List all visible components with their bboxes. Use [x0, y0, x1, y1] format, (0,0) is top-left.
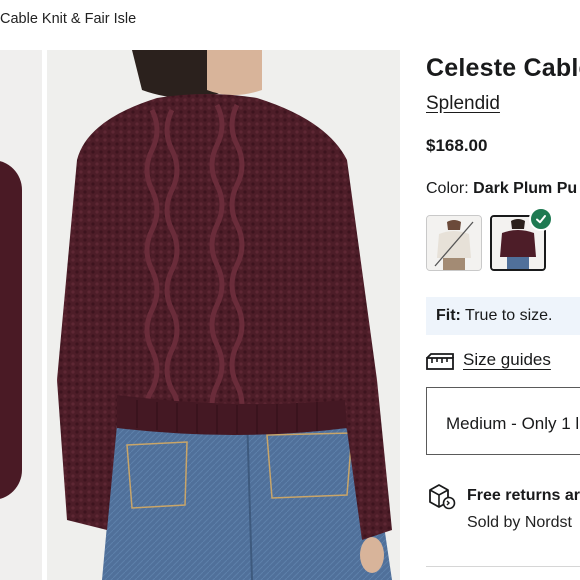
sold-by-text: Sold by Nordst [467, 514, 572, 531]
product-title: Celeste Cable [426, 54, 580, 82]
size-select[interactable]: Medium - Only 1 l [426, 387, 580, 455]
brand-link[interactable]: Splendid [426, 93, 500, 115]
price: $168.00 [426, 136, 488, 155]
fit-label: Fit: [436, 307, 461, 324]
free-returns-text: Free returns ar [467, 487, 580, 504]
color-value: Dark Plum Pu [473, 180, 578, 197]
divider [426, 566, 580, 567]
color-label: Color: Dark Plum Pu [426, 180, 577, 198]
main-product-image[interactable] [47, 50, 400, 580]
swatch-ivory[interactable] [426, 215, 482, 271]
fit-value: True to size. [465, 307, 553, 324]
breadcrumb[interactable]: Cable Knit & Fair Isle [0, 11, 136, 27]
ruler-icon [426, 353, 454, 376]
previous-product-image[interactable] [0, 50, 42, 580]
color-label-text: Color: [426, 180, 469, 197]
product-gallery [0, 50, 400, 580]
selected-check-icon [529, 207, 553, 231]
package-return-icon [426, 482, 456, 515]
fit-info: Fit: True to size. [426, 297, 580, 335]
size-guides-label: Size guides [463, 350, 551, 369]
